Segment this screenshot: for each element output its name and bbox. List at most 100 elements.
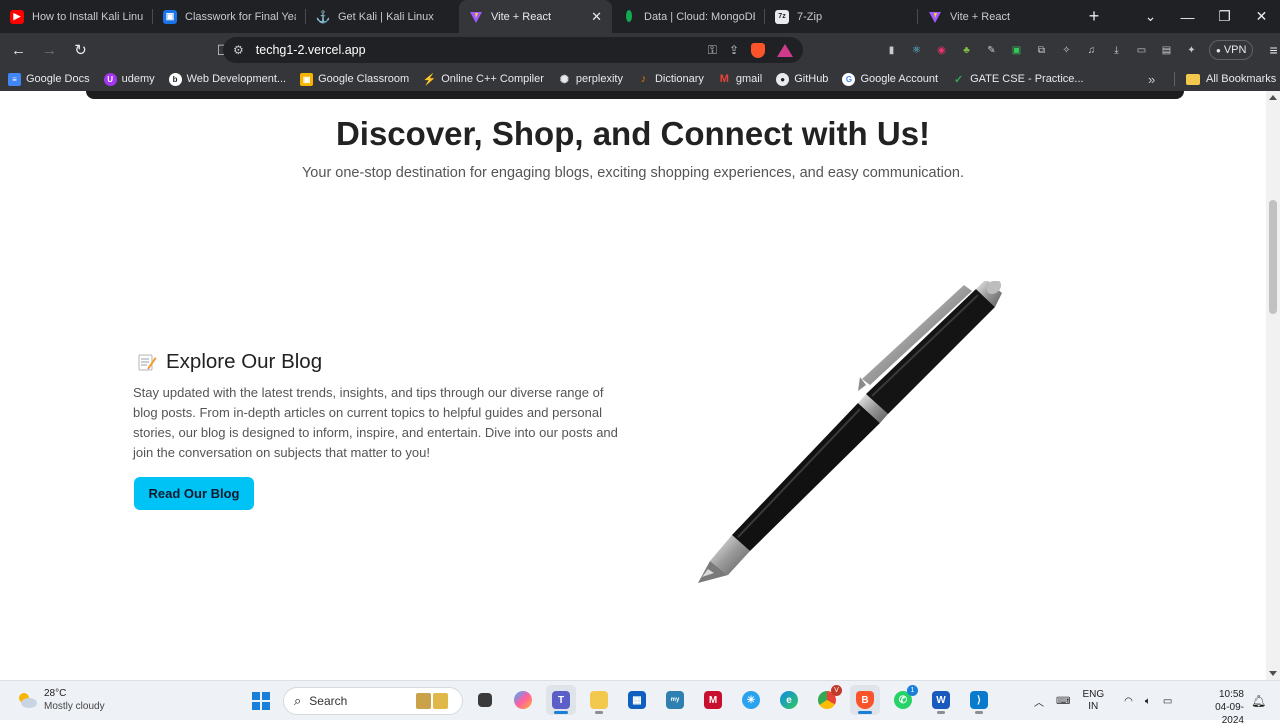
file-explorer-button[interactable]: [584, 685, 614, 715]
tab-vite-react[interactable]: Vite + React: [918, 0, 1071, 33]
url-text[interactable]: techg1-2.vercel.app: [256, 43, 708, 57]
taskbar-search[interactable]: ⌕ Search: [283, 687, 463, 715]
more-bookmarks-icon[interactable]: »: [1148, 72, 1155, 87]
bookmark-gmail[interactable]: Mgmail: [718, 73, 762, 86]
scrollbar-thumb[interactable]: [1269, 200, 1277, 314]
keyboard-icon[interactable]: ⌨: [1056, 696, 1070, 707]
tab-kali[interactable]: ⚓ Get Kali | Kali Linux: [306, 0, 459, 33]
brave-button[interactable]: B: [850, 685, 880, 715]
tab-7zip[interactable]: 7z 7-Zip: [765, 0, 918, 33]
bookmark-google-docs[interactable]: ≡ Google Docs: [8, 72, 90, 86]
address-bar[interactable]: ⚙ techg1-2.vercel.app ⚿ ⇪: [223, 37, 803, 63]
bookmark-udemy[interactable]: Uudemy: [103, 72, 155, 86]
taskbar-apps: T ▦ my M ☀ e V B ✆ 1 W ⟩: [470, 685, 994, 715]
bookmark-gate-cse[interactable]: ✓ GATE CSE - Practice...: [952, 73, 1084, 86]
reload-icon[interactable]: ↻: [68, 41, 93, 59]
back-icon[interactable]: ←: [6, 42, 31, 59]
vite-icon: [469, 10, 483, 24]
google-icon: G: [842, 72, 856, 86]
notification-badge: 1: [907, 685, 918, 696]
forward-icon[interactable]: →: [37, 42, 62, 59]
leo-icon[interactable]: ✧: [1059, 43, 1074, 58]
tab-classroom[interactable]: ▣ Classwork for Final Year C: [153, 0, 306, 33]
copilot-button[interactable]: [508, 685, 538, 715]
word-button[interactable]: W: [926, 685, 956, 715]
bookmark-perplexity[interactable]: ✺ perplexity: [558, 73, 623, 86]
teams-button[interactable]: T: [546, 685, 576, 715]
page-scrollbar[interactable]: [1266, 91, 1280, 680]
vpn-button[interactable]: ● VPN: [1209, 40, 1254, 60]
store-button[interactable]: ▦: [622, 685, 652, 715]
bookmark-dictionary[interactable]: ♪ Dictionary: [637, 73, 704, 86]
music-icon[interactable]: ♫: [1084, 43, 1099, 58]
notification-bell-icon[interactable]: 🔔︎: [1251, 694, 1266, 708]
windows-start-icon[interactable]: [252, 692, 270, 710]
extensions-row: ▮ ⚛ ◉ ♣ ✎ ▣ ⧉ ✧ ♫ ⤓ ▭ ▤ ✦ ● VPN ≡: [884, 33, 1278, 67]
read-our-blog-button[interactable]: Read Our Blog: [134, 477, 254, 510]
bookmark-google-classroom[interactable]: ▣ Google Classroom: [300, 72, 409, 86]
volume-icon[interactable]: 🔈︎: [1145, 696, 1151, 707]
scroll-down-icon[interactable]: [1269, 671, 1277, 676]
tab-search-icon[interactable]: ⌄: [1132, 8, 1169, 25]
whatsapp-button[interactable]: ✆ 1: [888, 685, 918, 715]
edge-button[interactable]: e: [774, 685, 804, 715]
wifi-icon[interactable]: ◠: [1124, 696, 1133, 707]
maximize-icon[interactable]: ❐: [1206, 8, 1243, 25]
mysql-button[interactable]: my: [660, 685, 690, 715]
youtube-icon: ▶: [10, 9, 24, 24]
record-icon[interactable]: ◉: [934, 43, 949, 58]
language-indicator[interactable]: ENG IN: [1082, 689, 1104, 713]
extension-icon[interactable]: ▮: [884, 43, 899, 58]
share-icon[interactable]: ⇪: [729, 43, 739, 57]
blog-heading-text: Explore Our Blog: [166, 350, 323, 373]
classroom-icon: ▣: [300, 72, 314, 86]
tree-icon[interactable]: ♣: [959, 43, 974, 58]
menu-icon[interactable]: ≡: [1269, 42, 1277, 58]
tab-youtube[interactable]: ▶ How to Install Kali Linux in: [0, 0, 153, 33]
bookmark-github[interactable]: ● GitHub: [776, 72, 828, 86]
bookmark-google-account[interactable]: G Google Account: [842, 72, 938, 86]
tab-title: Data | Cloud: MongoDB C: [644, 10, 755, 23]
minimize-icon[interactable]: —: [1169, 9, 1206, 25]
wallet-icon[interactable]: ▤: [1159, 43, 1174, 58]
puzzle-icon[interactable]: ⧉: [1034, 43, 1049, 58]
temperature: 28°C: [44, 688, 67, 699]
all-bookmarks-button[interactable]: All Bookmarks: [1186, 73, 1276, 85]
battery-icon[interactable]: ▭: [1163, 696, 1172, 707]
weather-app-button[interactable]: ☀: [736, 685, 766, 715]
lock-extension-icon[interactable]: ▣: [1009, 43, 1024, 58]
clock[interactable]: 10:58 04-09-2024: [1204, 688, 1244, 727]
site-info-icon[interactable]: ⚙: [233, 43, 244, 57]
brave-shields-icon[interactable]: [751, 42, 765, 58]
close-window-icon[interactable]: ✕: [1243, 8, 1280, 25]
pen-image: [698, 281, 1002, 583]
react-devtools-icon[interactable]: ⚛: [909, 43, 924, 58]
download-icon[interactable]: ⤓: [1109, 43, 1124, 58]
7zip-icon: 7z: [775, 9, 789, 24]
mcafee-button[interactable]: M: [698, 685, 728, 715]
new-tab-button[interactable]: +: [1079, 6, 1109, 27]
site-navbar-edge: [86, 91, 1184, 99]
ai-icon[interactable]: ✦: [1184, 43, 1199, 58]
tab-title: How to Install Kali Linux in: [32, 10, 143, 23]
date: 04-09-2024: [1215, 702, 1244, 726]
key-icon[interactable]: ⚿: [708, 43, 717, 58]
brave-rewards-icon[interactable]: [777, 43, 793, 57]
tab-strip: ▶ How to Install Kali Linux in ▣ Classwo…: [0, 0, 1280, 33]
system-tray: ︿ ⌨ ENG IN ◠ 🔈︎ ▭: [1034, 681, 1172, 721]
bookmark-online-cpp-compiler[interactable]: ⚡ Online C++ Compiler: [423, 73, 544, 86]
close-icon[interactable]: ✕: [591, 9, 602, 25]
scroll-up-icon[interactable]: [1269, 95, 1277, 100]
bookmark-web-development[interactable]: b Web Development...: [168, 72, 286, 86]
weather-widget[interactable]: 28°C Mostly cloudy: [16, 687, 105, 713]
chevron-up-icon[interactable]: ︿: [1034, 694, 1044, 709]
window-controls: ⌄ — ❐ ✕: [1132, 0, 1280, 33]
tab-vite-react-active[interactable]: Vite + React ✕: [459, 0, 612, 33]
sidebar-icon[interactable]: ▭: [1134, 43, 1149, 58]
chrome-button[interactable]: V: [812, 685, 842, 715]
eyedropper-icon[interactable]: ✎: [984, 43, 999, 58]
tab-mongodb[interactable]: Data | Cloud: MongoDB C: [612, 0, 765, 33]
task-view-button[interactable]: [470, 685, 500, 715]
tab-title: Classwork for Final Year C: [185, 10, 296, 23]
vscode-button[interactable]: ⟩: [964, 685, 994, 715]
